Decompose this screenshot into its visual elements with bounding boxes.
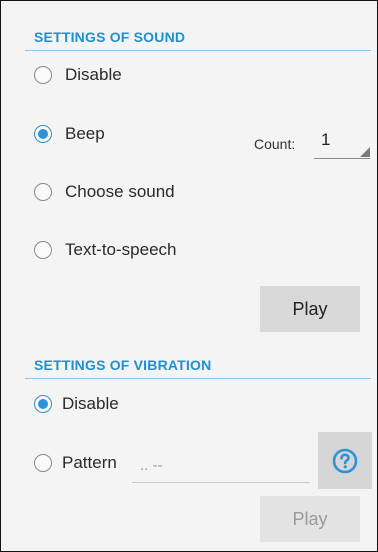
radio-sound-beep[interactable] [34,125,52,143]
count-value: 1 [321,130,331,149]
sound-option-choose-sound[interactable]: Choose sound [34,178,175,206]
radio-sound-disable[interactable] [34,66,52,84]
settings-panel: SETTINGS OF SOUND Disable Beep Count: 1 … [0,0,378,552]
radio-sound-choose[interactable] [34,183,52,201]
sound-section-title: SETTINGS OF SOUND [34,29,186,45]
radio-vibration-disable[interactable] [34,395,52,413]
sound-section-divider [25,50,371,51]
help-button[interactable] [318,432,372,489]
vibration-option-disable-label: Disable [62,394,119,413]
radio-sound-tts[interactable] [34,241,52,259]
sound-option-choose-label: Choose sound [65,182,175,201]
vibration-option-pattern[interactable]: Pattern [34,449,117,477]
count-label: Count: [254,136,296,152]
sound-option-disable-label: Disable [65,65,122,84]
sound-option-tts-label: Text-to-speech [65,240,177,259]
vibration-play-button[interactable]: Play [260,496,360,542]
vibration-section-divider [25,378,371,379]
pattern-input[interactable] [132,449,310,483]
sound-option-tts[interactable]: Text-to-speech [34,236,177,264]
sound-play-button[interactable]: Play [260,286,360,332]
spinner-dropdown-icon [360,147,370,157]
vibration-option-pattern-label: Pattern [62,453,117,472]
count-spinner-underline [314,158,370,159]
sound-option-beep[interactable]: Beep [34,120,105,148]
sound-option-disable[interactable]: Disable [34,61,122,89]
sound-option-beep-label: Beep [65,124,105,143]
vibration-section-title: SETTINGS OF VIBRATION [34,357,212,373]
question-circle-icon [332,448,358,473]
radio-vibration-pattern[interactable] [34,454,52,472]
vibration-option-disable[interactable]: Disable [34,390,119,418]
